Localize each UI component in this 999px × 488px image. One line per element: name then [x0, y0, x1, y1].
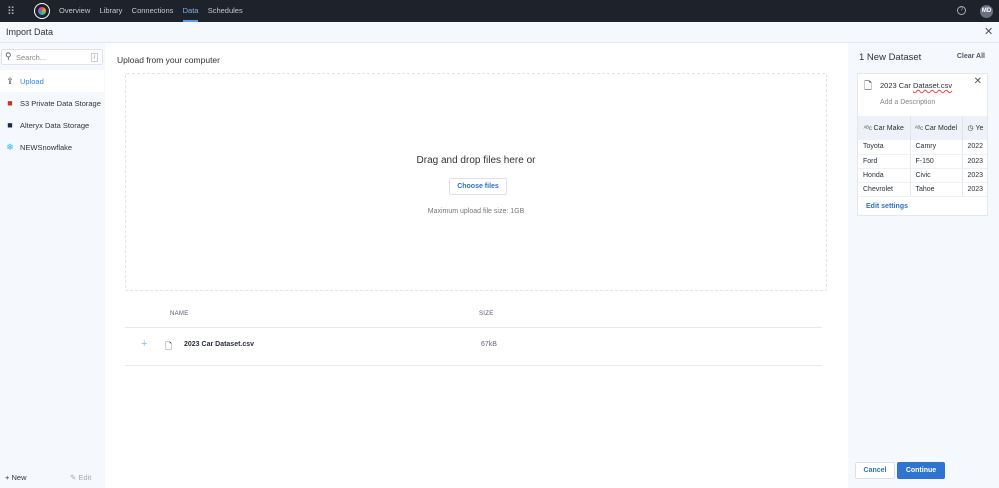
app-grid-icon[interactable]: ⠿	[0, 0, 22, 22]
cell: Honda	[858, 168, 911, 183]
drop-text: Drag and drop files here or	[416, 155, 536, 166]
cell: Tahoe	[910, 182, 963, 197]
column-label: Car Model	[924, 124, 958, 132]
choose-files-button[interactable]: Choose files	[449, 178, 507, 195]
cell: Camry	[910, 140, 963, 155]
edit-button[interactable]: ✎ Edit	[70, 473, 91, 482]
dataset-name[interactable]: 2023 Car Dataset.csv	[880, 81, 952, 90]
cell: 2022	[962, 140, 987, 155]
nav-library[interactable]: Library	[100, 0, 123, 22]
cancel-button[interactable]: Cancel	[855, 462, 895, 479]
new-button[interactable]: + New	[5, 473, 27, 482]
sidebar-item-alteryx[interactable]: ■ Alteryx Data Storage	[0, 114, 104, 136]
logo[interactable]	[34, 3, 50, 19]
max-size-note: Maximum upload file size: 1GB	[427, 208, 525, 215]
close-icon[interactable]: ✕	[984, 25, 993, 38]
s3-icon: ■	[7, 98, 13, 108]
divider	[125, 327, 822, 328]
file-icon: 🗋	[864, 81, 873, 92]
string-type-icon: ᴬᴮc	[914, 125, 925, 132]
column-header[interactable]: ᴬᴮc Car Model	[910, 116, 963, 140]
nav-overview[interactable]: Overview	[59, 0, 90, 22]
top-nav-bar: ⠿ Overview Library Connections Data Sche…	[0, 0, 999, 22]
cell: Toyota	[858, 140, 911, 155]
cell: 2023	[962, 168, 987, 183]
edit-icon: ✎	[70, 473, 77, 482]
cell: 2023	[962, 182, 987, 197]
import-header: Import Data ✕	[0, 22, 999, 43]
alteryx-icon: ■	[7, 120, 13, 130]
description-input[interactable]: Add a Description	[880, 99, 935, 106]
sidebar-item-s3[interactable]: ■ S3 Private Data Storage	[0, 92, 104, 114]
sidebar-item-label: NEWSnowflake	[20, 142, 73, 152]
snowflake-icon: ❄	[6, 141, 14, 152]
remove-dataset-icon[interactable]: ✕	[974, 76, 982, 87]
nav-connections[interactable]: Connections	[132, 0, 174, 22]
column-header[interactable]: ᴬᴮc Car Make	[858, 116, 911, 140]
plus-icon: +	[5, 473, 10, 482]
column-label: Ye	[975, 125, 984, 132]
sidebar-item-upload[interactable]: ⇪ Upload	[0, 70, 104, 92]
nav-data[interactable]: Data	[182, 0, 199, 22]
add-icon[interactable]: +	[141, 338, 147, 350]
sidebar: ⚲ Search... / ⇪ Upload ■ S3 Private Data…	[0, 43, 105, 488]
divider	[125, 365, 822, 366]
help-icon[interactable]: ?	[957, 6, 966, 15]
file-size: 67kB	[481, 341, 497, 348]
search-placeholder: Search...	[16, 53, 47, 62]
table-row: Honda Civic 2023	[858, 168, 987, 183]
nav-schedules[interactable]: Schedules	[208, 0, 243, 22]
preview-table: ᴬᴮc Car Make ᴬᴮc Car Model ◷ Ye Toyota Ca…	[858, 116, 987, 197]
string-type-icon: ᴬᴮc	[863, 125, 874, 132]
dataset-panel: 1 New Dataset Clear All 🗋 2023 Car Datas…	[848, 43, 999, 488]
edit-settings-link[interactable]: Edit settings	[866, 203, 908, 210]
table-row: Toyota Camry 2022	[858, 140, 987, 155]
dataset-name-suffix: Dataset.csv	[912, 81, 953, 90]
dataset-name-prefix: 2023 Car	[880, 81, 913, 90]
cell: 2023	[962, 154, 987, 169]
file-name: 2023 Car Dataset.csv	[184, 341, 255, 348]
column-header-size[interactable]: SIZE	[479, 311, 494, 317]
clear-all-button[interactable]: Clear All	[957, 53, 985, 60]
continue-button[interactable]: Continue	[897, 462, 945, 479]
file-icon: 🗋	[165, 341, 173, 351]
sidebar-item-snowflake[interactable]: ❄ NEWSnowflake	[0, 136, 104, 158]
column-label: Car Make	[873, 124, 904, 132]
main-nav: Overview Library Connections Data Schedu…	[59, 0, 250, 22]
page-title: Import Data	[6, 27, 54, 37]
sidebar-item-label: Alteryx Data Storage	[20, 120, 90, 130]
edit-label: Edit	[78, 473, 92, 482]
panel-title: 1 New Dataset	[859, 52, 922, 63]
upload-icon: ⇪	[6, 75, 14, 86]
sidebar-item-label: Upload	[20, 76, 44, 86]
table-row: Chevrolet Tahoe 2023	[858, 182, 987, 197]
cell: Civic	[910, 168, 963, 183]
drop-zone[interactable]: Drag and drop files here or Choose files…	[125, 73, 827, 291]
upload-title: Upload from your computer	[117, 55, 220, 65]
column-header[interactable]: ◷ Ye	[962, 116, 987, 140]
sidebar-item-label: S3 Private Data Storage	[20, 98, 101, 108]
cell: Ford	[858, 154, 911, 169]
cell: Chevrolet	[858, 182, 911, 197]
column-header-name[interactable]: NAME	[170, 311, 189, 317]
shortcut-hint: /	[91, 53, 98, 62]
avatar[interactable]: MD	[980, 5, 993, 18]
cell: F-150	[910, 154, 963, 169]
table-row: Ford F-150 2023	[858, 154, 987, 169]
search-icon: ⚲	[5, 51, 12, 61]
search-input[interactable]: ⚲ Search... /	[1, 49, 103, 65]
new-label: New	[11, 473, 27, 482]
dataset-card: 🗋 2023 Car Dataset.csv ✕ Add a Descripti…	[857, 73, 988, 216]
